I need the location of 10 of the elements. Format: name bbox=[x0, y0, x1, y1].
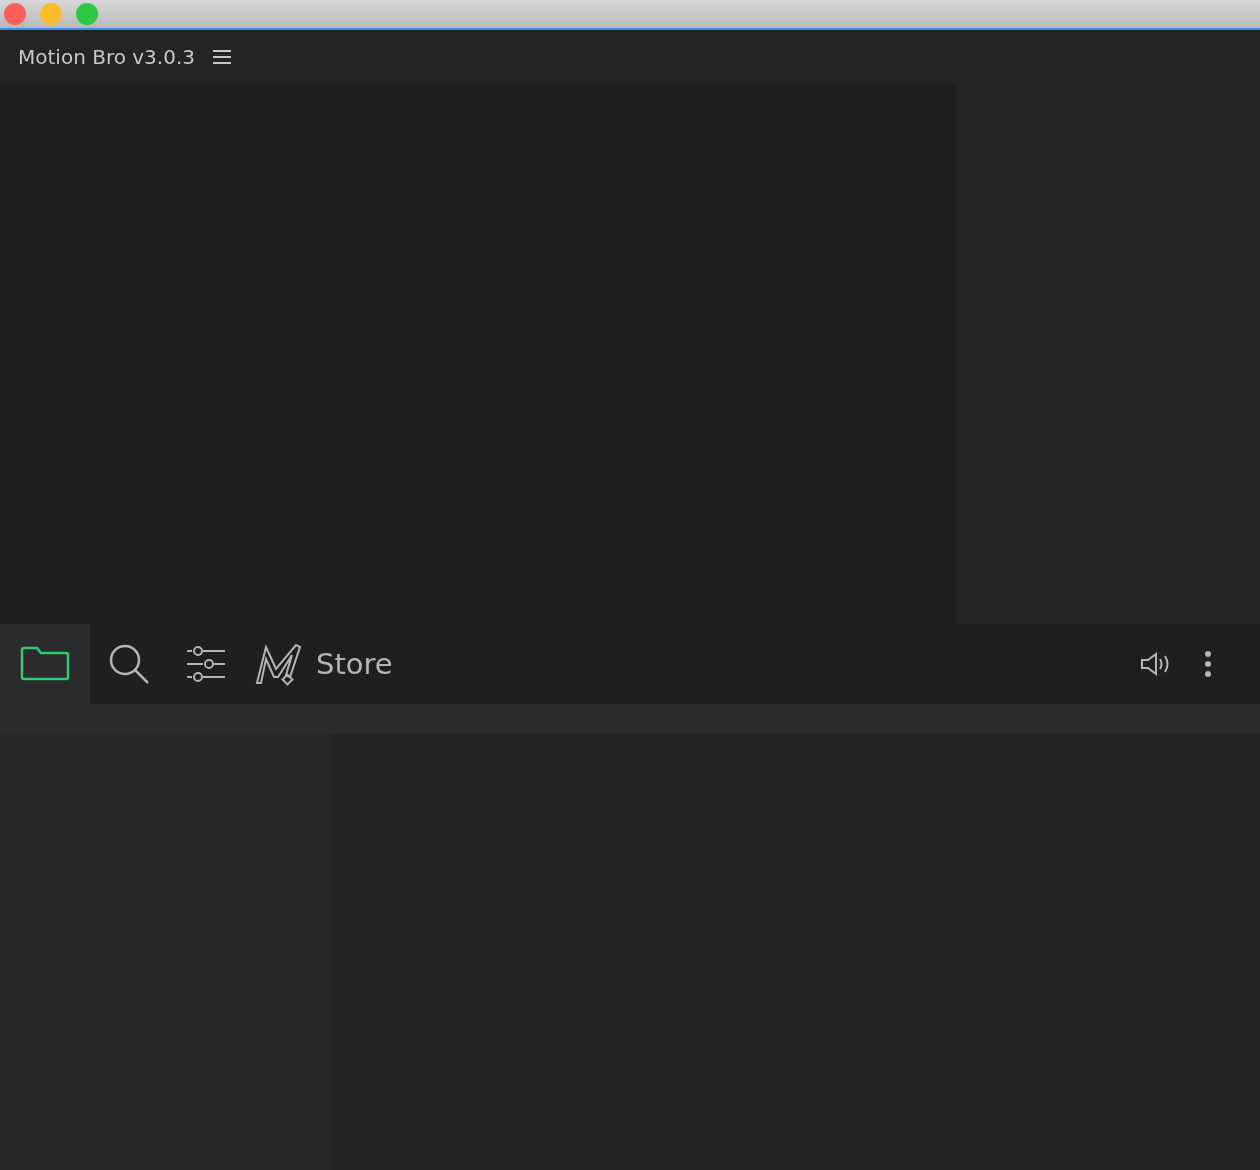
folder-icon bbox=[19, 646, 71, 682]
store-tab[interactable]: Store bbox=[244, 624, 411, 704]
menu-icon bbox=[213, 49, 231, 65]
search-icon bbox=[108, 643, 150, 685]
logo-icon bbox=[254, 641, 304, 687]
folder-tab[interactable] bbox=[0, 624, 90, 704]
more-icon[interactable] bbox=[1204, 650, 1212, 678]
sliders-icon bbox=[186, 644, 226, 684]
panel-title: Motion Bro v3.0.3 bbox=[18, 45, 195, 69]
menu-button[interactable] bbox=[213, 49, 231, 65]
